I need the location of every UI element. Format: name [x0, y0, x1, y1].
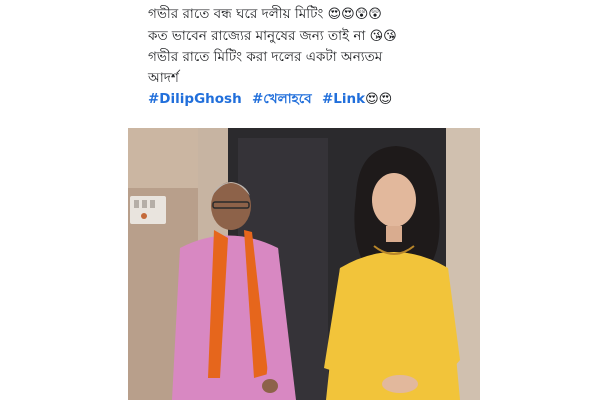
- post-line-4-text: আদর্শ: [148, 69, 179, 86]
- indicator-light: [141, 213, 147, 219]
- hashtag-link-khelahobe[interactable]: #খেলাহবে: [252, 91, 312, 107]
- post-line-1-text: গভীর রাতে বন্ধ ঘরে দলীয় মিটিং: [148, 6, 324, 22]
- hashtag-row: #DilipGhosh #খেলাহবে #Link😍😍: [148, 89, 478, 111]
- heart-eyes-astonished-emoji-icon: 😍😍😲😲: [327, 7, 382, 22]
- woman-hands: [382, 375, 418, 393]
- post-line-2: কত ভাবেন রাজ্যের মানুষের জন্য তাই না 😘😘: [148, 26, 478, 48]
- man-hand: [262, 379, 278, 393]
- photo-illustration: [128, 128, 480, 400]
- woman-neck: [386, 226, 402, 242]
- switch: [142, 200, 147, 208]
- heart-eyes-emoji-icon: 😍😍: [365, 92, 393, 107]
- kiss-emoji-icon: 😘😘: [369, 28, 397, 44]
- woman-face: [372, 173, 416, 227]
- switch: [134, 200, 139, 208]
- post-photo[interactable]: [128, 128, 480, 400]
- facebook-post: গভীর রাতে বন্ধ ঘরে দলীয় মিটিং 😍😍😲😲 কত ভ…: [128, 0, 480, 400]
- hashtag-link-link[interactable]: #Link: [322, 91, 365, 107]
- hashtag-link-dilipghosh[interactable]: #DilipGhosh: [148, 91, 242, 107]
- post-line-4: আদর্শ: [148, 68, 478, 89]
- pillar-tile-top: [128, 128, 198, 188]
- post-line-1: গভীর রাতে বন্ধ ঘরে দলীয় মিটিং 😍😍😲😲: [148, 4, 478, 26]
- post-line-3: গভীর রাতে মিটিং করা দলের একটা অন্যতম: [148, 47, 478, 68]
- post-line-3-text: গভীর রাতে মিটিং করা দলের একটা অন্যতম: [148, 49, 383, 65]
- post-text: গভীর রাতে বন্ধ ঘরে দলীয় মিটিং 😍😍😲😲 কত ভ…: [148, 4, 478, 111]
- switch: [150, 200, 155, 208]
- post-line-2-text: কত ভাবেন রাজ্যের মানুষের জন্য তাই না: [148, 27, 366, 44]
